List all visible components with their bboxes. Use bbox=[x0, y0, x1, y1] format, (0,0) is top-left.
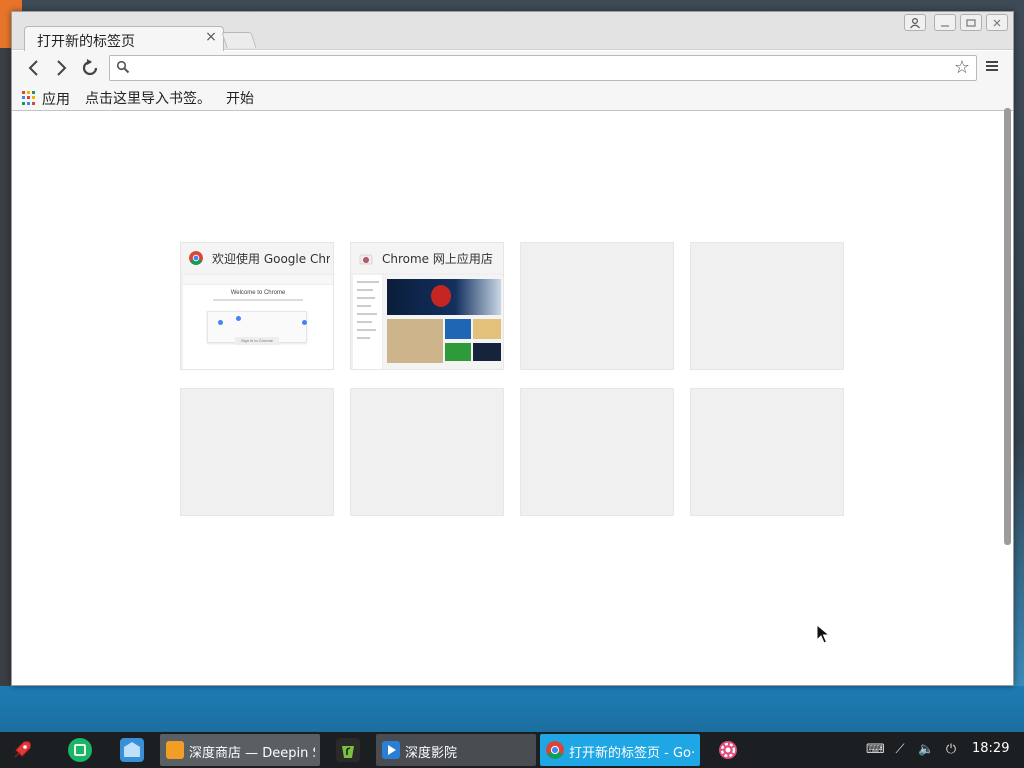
preview-toolbar bbox=[183, 275, 333, 285]
most-visited-tile-empty bbox=[180, 388, 334, 516]
back-button[interactable] bbox=[22, 56, 46, 80]
omnibox[interactable]: ☆ bbox=[109, 55, 977, 81]
forward-arrow-icon bbox=[57, 60, 67, 76]
taskbar-window-label: 打开新的标签页 - Go··· bbox=[569, 746, 695, 761]
import-bookmarks-link[interactable]: 点击这里导入书签。 bbox=[85, 88, 211, 108]
most-visited-tile[interactable]: Chrome 网上应用店 bbox=[350, 242, 504, 370]
tile-title: 欢迎使用 Google Chrome bbox=[212, 252, 330, 266]
preview-button: Sign in to Chrome bbox=[235, 337, 279, 345]
music-player-icon[interactable] bbox=[336, 738, 360, 762]
launcher-rocket-icon[interactable] bbox=[10, 738, 34, 762]
tile-preview: Welcome to Chrome Sign in to Chrome bbox=[183, 275, 333, 369]
preview-tile bbox=[445, 319, 471, 339]
preview-tile bbox=[473, 319, 501, 339]
preview-sidebar bbox=[353, 275, 383, 369]
most-visited-tile-empty bbox=[520, 388, 674, 516]
shopping-bag-icon bbox=[166, 741, 184, 759]
store-app-icon[interactable] bbox=[68, 738, 92, 762]
taskbar-window-deepin-store[interactable]: 深度商店 — Deepin S··· bbox=[160, 734, 320, 766]
tile-preview bbox=[353, 275, 503, 369]
taskbar-window-deepin-movie[interactable]: 深度影院 bbox=[376, 734, 536, 766]
tile-header: Chrome 网上应用店 bbox=[351, 243, 503, 273]
bookmarks-bar: 应用 点击这里导入书签。 开始 bbox=[12, 85, 1013, 111]
back-arrow-icon bbox=[28, 60, 38, 76]
page-scrollbar[interactable] bbox=[1004, 108, 1011, 545]
minimize-icon bbox=[941, 25, 949, 27]
preview-tile bbox=[387, 319, 443, 363]
profile-button[interactable] bbox=[904, 14, 926, 31]
preview-tile bbox=[445, 343, 471, 361]
chrome-logo-icon bbox=[546, 741, 564, 759]
reload-button[interactable] bbox=[78, 56, 102, 80]
preview-tile bbox=[473, 343, 501, 361]
chrome-menu-button[interactable] bbox=[983, 59, 1001, 77]
minimize-button[interactable] bbox=[934, 14, 956, 31]
maximize-button[interactable] bbox=[960, 14, 982, 31]
power-icon[interactable]: ⏻ bbox=[943, 742, 959, 758]
most-visited-tile-empty bbox=[350, 388, 504, 516]
preview-subtitle bbox=[213, 299, 303, 301]
start-link[interactable]: 开始 bbox=[226, 88, 254, 108]
taskbar-window-chrome[interactable]: 打开新的标签页 - Go··· bbox=[540, 734, 700, 766]
bookmark-star-icon[interactable]: ☆ bbox=[952, 58, 972, 78]
most-visited-tile-empty bbox=[520, 242, 674, 370]
mouse-cursor-icon bbox=[816, 624, 830, 644]
toolbar: ☆ bbox=[12, 51, 1013, 85]
preview-banner-logo bbox=[431, 285, 451, 307]
user-icon bbox=[910, 17, 920, 29]
volume-icon[interactable]: 🔈 bbox=[918, 742, 934, 758]
movie-player-icon bbox=[382, 741, 400, 759]
close-window-button[interactable] bbox=[986, 14, 1008, 31]
settings-gear-icon[interactable] bbox=[716, 738, 740, 762]
preview-heading: Welcome to Chrome bbox=[230, 290, 286, 296]
taskbar-window-label: 深度商店 — Deepin S··· bbox=[189, 746, 315, 761]
keyboard-icon[interactable]: ⌨ bbox=[866, 742, 885, 758]
close-icon bbox=[993, 19, 1001, 27]
taskbar: 深度商店 — Deepin S··· 深度影院 打开新的标签页 - Go··· … bbox=[0, 732, 1024, 768]
tab-title: 打开新的标签页 bbox=[37, 34, 135, 50]
apps-label: 应用 bbox=[42, 92, 70, 108]
most-visited-tile-empty bbox=[690, 388, 844, 516]
new-tab-page: 欢迎使用 Google Chrome Welcome to Chrome Sig… bbox=[12, 112, 1013, 685]
webstore-icon bbox=[359, 254, 373, 265]
chrome-window: 打开新的标签页 × ☆ 应用 点击这里导入书签。 开始 欢迎使用 Google … bbox=[11, 11, 1014, 686]
clock[interactable]: 18:29 bbox=[972, 741, 1009, 756]
network-icon[interactable]: ⟋ bbox=[892, 742, 908, 758]
tab-close-icon[interactable]: × bbox=[203, 29, 219, 45]
wallpaper-strip bbox=[0, 686, 1024, 732]
tile-title: Chrome 网上应用店 bbox=[382, 252, 493, 266]
tab-strip: 打开新的标签页 × bbox=[12, 12, 1013, 51]
most-visited-tile[interactable]: 欢迎使用 Google Chrome Welcome to Chrome Sig… bbox=[180, 242, 334, 370]
forward-button[interactable] bbox=[49, 56, 73, 80]
reload-icon bbox=[82, 59, 98, 76]
tile-header: 欢迎使用 Google Chrome bbox=[181, 243, 333, 273]
omnibox-input[interactable] bbox=[134, 58, 944, 78]
tab-new-tab-page[interactable]: 打开新的标签页 × bbox=[24, 26, 224, 51]
new-tab-button[interactable] bbox=[221, 32, 257, 48]
taskbar-window-label: 深度影院 bbox=[405, 746, 458, 761]
most-visited-tile-empty bbox=[690, 242, 844, 370]
file-manager-icon[interactable] bbox=[120, 738, 144, 762]
apps-grid-icon bbox=[22, 91, 36, 105]
search-icon bbox=[116, 60, 130, 74]
maximize-icon bbox=[966, 19, 976, 27]
chrome-logo-icon bbox=[189, 251, 203, 265]
